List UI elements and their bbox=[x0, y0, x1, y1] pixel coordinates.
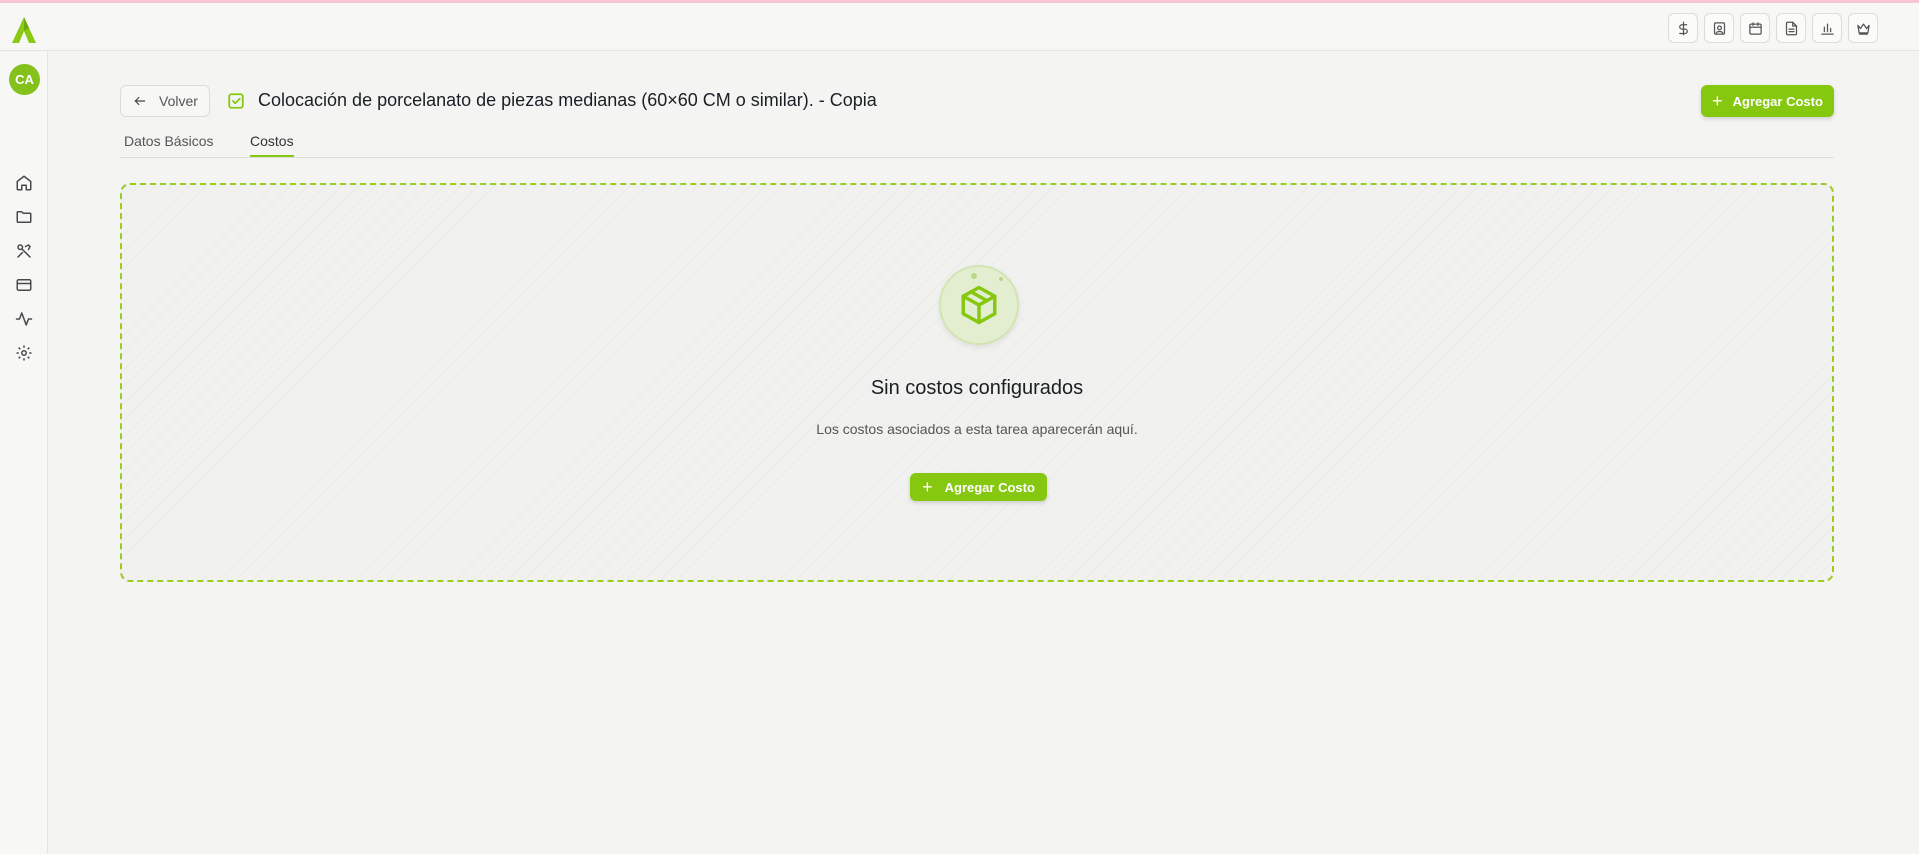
dollar-icon[interactable] bbox=[1668, 13, 1698, 43]
plus-icon: + bbox=[1712, 91, 1723, 111]
bar-chart-icon[interactable] bbox=[1812, 13, 1842, 43]
package-icon bbox=[961, 285, 997, 325]
settings-icon[interactable] bbox=[13, 342, 35, 364]
activity-icon[interactable] bbox=[13, 308, 35, 330]
decor-dot bbox=[999, 277, 1003, 281]
empty-add-cost-button[interactable]: + Agregar Costo bbox=[910, 473, 1047, 501]
arrow-left-icon bbox=[134, 96, 146, 106]
empty-state-panel: Sin costos configurados Los costos asoci… bbox=[120, 183, 1834, 582]
tab-bar: Datos Básicos Costos bbox=[120, 130, 1834, 158]
tab-costos[interactable]: Costos bbox=[250, 133, 294, 157]
tools-icon[interactable] bbox=[13, 240, 35, 262]
app-logo-icon[interactable] bbox=[10, 15, 38, 45]
tab-datos-basicos[interactable]: Datos Básicos bbox=[124, 133, 213, 155]
top-bar bbox=[0, 3, 1919, 51]
add-cost-label: Agregar Costo bbox=[1732, 93, 1823, 109]
contact-icon[interactable] bbox=[1704, 13, 1734, 43]
calendar-icon[interactable] bbox=[1740, 13, 1770, 43]
sidebar: CA bbox=[0, 52, 48, 854]
page-title: Colocación de porcelanato de piezas medi… bbox=[258, 90, 877, 110]
package-icon-badge bbox=[939, 265, 1019, 345]
avatar[interactable]: CA bbox=[9, 64, 40, 95]
empty-state-title: Sin costos configurados bbox=[870, 377, 1084, 399]
document-icon[interactable] bbox=[1776, 13, 1806, 43]
back-button[interactable]: Volver bbox=[120, 85, 210, 117]
decor-dot bbox=[971, 273, 977, 279]
back-label: Volver bbox=[159, 93, 198, 109]
home-icon[interactable] bbox=[13, 172, 35, 194]
empty-state-description: Los costos asociados a esta tarea aparec… bbox=[816, 421, 1138, 437]
checkbox-icon bbox=[228, 93, 244, 109]
folder-icon[interactable] bbox=[13, 206, 35, 228]
card-icon[interactable] bbox=[13, 274, 35, 296]
crown-icon[interactable] bbox=[1848, 13, 1878, 43]
top-toolbar bbox=[1668, 13, 1878, 43]
add-cost-button[interactable]: + Agregar Costo bbox=[1701, 85, 1834, 117]
empty-add-cost-label: Agregar Costo bbox=[944, 479, 1035, 495]
plus-icon: + bbox=[922, 477, 933, 497]
